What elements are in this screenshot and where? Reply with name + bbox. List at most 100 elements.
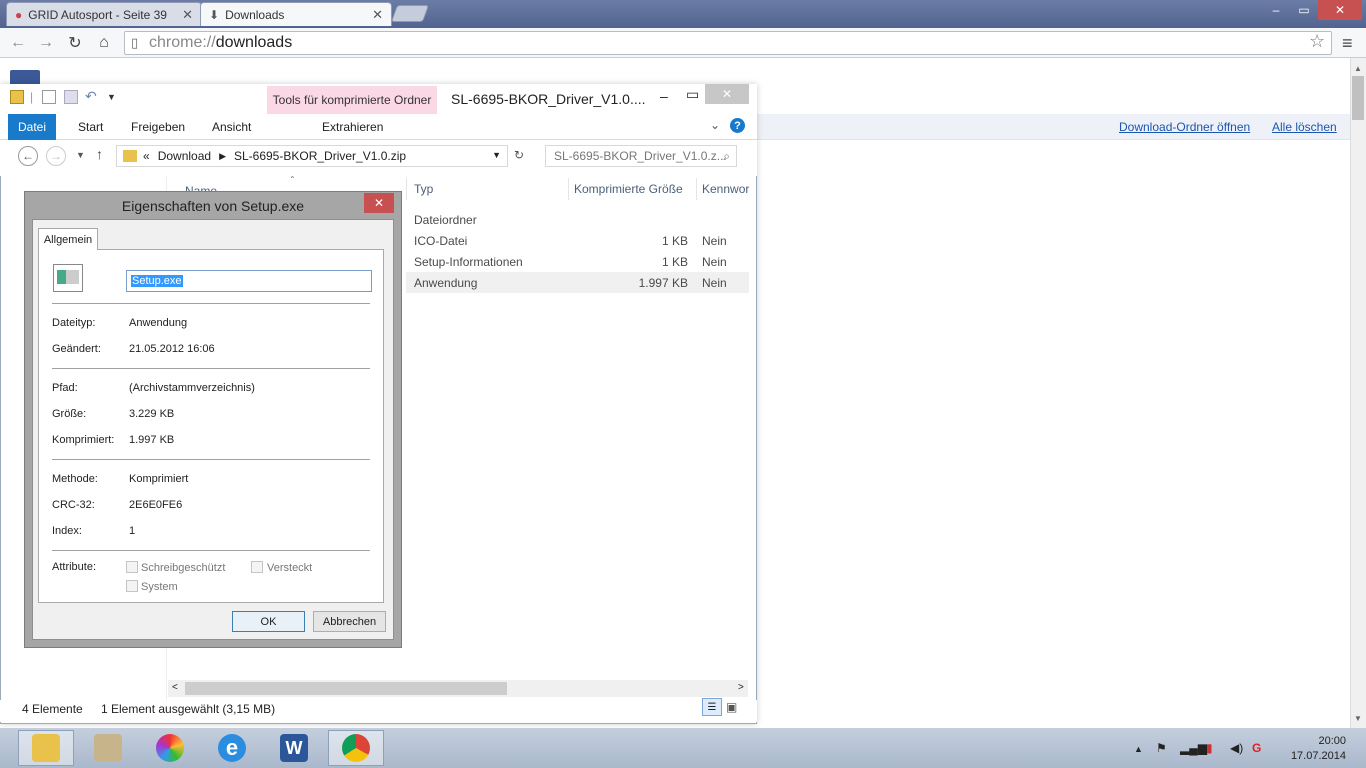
dialog-close-button[interactable]: ✕	[364, 193, 394, 213]
picasa-icon	[156, 734, 184, 762]
explorer-close-button[interactable]: ✕	[705, 84, 749, 104]
recent-locations-icon[interactable]: ▼	[76, 150, 85, 160]
refresh-icon[interactable]: ↻	[514, 148, 524, 162]
explorer-minimize-button[interactable]: –	[660, 88, 668, 104]
show-hidden-icons[interactable]: ▲	[1134, 744, 1143, 754]
taskbar-word[interactable]: W	[266, 730, 322, 766]
file-type-cell[interactable]: Anwendung	[414, 276, 477, 290]
ribbon-tab-start[interactable]: Start	[68, 114, 113, 140]
cancel-button[interactable]: Abbrechen	[313, 611, 386, 632]
tab-allgemein[interactable]: Allgemein	[38, 228, 98, 250]
address-dropdown-icon[interactable]: ▼	[492, 150, 501, 160]
explorer-back-button[interactable]: ←	[18, 146, 38, 166]
file-password-cell[interactable]: Nein	[702, 255, 727, 269]
file-size-cell[interactable]: 1.997 KB	[620, 276, 688, 290]
home-button[interactable]: ⌂	[94, 33, 114, 53]
breadcrumb-chevron-icon[interactable]: ▶	[219, 151, 226, 162]
breadcrumb-overflow[interactable]: «	[143, 149, 150, 163]
forum-favicon-icon: ●	[15, 7, 23, 22]
scroll-up-icon[interactable]: ▲	[1354, 64, 1362, 73]
restore-button[interactable]: ▭	[1290, 0, 1318, 20]
reload-button[interactable]: ↻	[65, 33, 85, 53]
scroll-left-icon[interactable]: <	[172, 682, 178, 693]
up-button[interactable]: ↑	[96, 146, 103, 162]
file-size-cell[interactable]: 1 KB	[640, 255, 688, 269]
column-type[interactable]: Typ	[414, 182, 433, 196]
explorer-address-bar[interactable]: « Download ▶ SL-6695-BKOR_Driver_V1.0.zi…	[116, 145, 508, 167]
column-separator[interactable]	[568, 178, 569, 200]
explorer-forward-button[interactable]: →	[46, 146, 66, 166]
ok-button[interactable]: OK	[232, 611, 305, 632]
properties-icon[interactable]	[42, 90, 56, 104]
ribbon-expand-icon[interactable]: ⌄	[710, 118, 720, 132]
separator-icon: |	[30, 90, 34, 104]
page-scrollbar-thumb[interactable]	[1352, 76, 1364, 120]
power-icon[interactable]: ▮	[1206, 741, 1213, 755]
tab-grid-autosport[interactable]: ● GRID Autosport - Seite 39 ✕	[6, 2, 202, 26]
taskbar-ie[interactable]: e	[204, 730, 260, 766]
tab-title: GRID Autosport - Seite 39	[28, 7, 167, 22]
large-icons-view-icon[interactable]: ▣	[726, 700, 737, 714]
divider	[52, 368, 370, 369]
back-button[interactable]: ←	[8, 33, 28, 53]
breadcrumb-download[interactable]: Download	[158, 149, 211, 163]
clock[interactable]: 20:00 17.07.2014	[1282, 734, 1346, 764]
close-tab-icon[interactable]: ✕	[372, 7, 383, 23]
breadcrumb-zip[interactable]: SL-6695-BKOR_Driver_V1.0.zip	[234, 149, 406, 163]
taskbar-picasa[interactable]	[142, 730, 198, 766]
file-type-cell[interactable]: Setup-Informationen	[414, 255, 523, 269]
taskbar-chrome[interactable]	[328, 730, 384, 766]
details-view-icon[interactable]: ☰	[702, 698, 722, 716]
quick-access-dropdown-icon[interactable]: ▼	[107, 92, 116, 102]
ribbon-tab-freigeben[interactable]: Freigeben	[121, 114, 195, 140]
system-label: System	[141, 581, 178, 593]
action-center-flag-icon[interactable]: ⚑	[1156, 741, 1167, 755]
taskbar-app[interactable]	[80, 730, 136, 766]
address-bar[interactable]: ▯ chrome://downloads	[124, 31, 1332, 55]
file-password-cell[interactable]: Nein	[702, 234, 727, 248]
taskbar-explorer[interactable]	[18, 730, 74, 766]
antivirus-icon[interactable]: G	[1252, 741, 1261, 755]
explorer-maximize-button[interactable]: ▭	[686, 86, 699, 103]
ribbon-tab-extrahieren[interactable]: Extrahieren	[312, 114, 393, 140]
tab-downloads[interactable]: ⬇ Downloads ✕	[200, 2, 392, 26]
tools-compressed-tab[interactable]: Tools für komprimierte Ordner	[267, 86, 437, 114]
column-compressed-size[interactable]: Komprimierte Größe	[574, 182, 683, 196]
clear-all-link[interactable]: Alle löschen	[1272, 120, 1337, 134]
zip-folder-icon	[123, 150, 137, 162]
undo-icon[interactable]: ↶	[85, 88, 97, 105]
status-item-count: 4 Elemente	[22, 702, 83, 716]
scroll-right-icon[interactable]: >	[738, 682, 744, 693]
bookmark-star-icon[interactable]: ☆	[1309, 31, 1325, 52]
close-tab-icon[interactable]: ✕	[182, 7, 193, 23]
forward-button[interactable]: →	[36, 33, 56, 53]
new-folder-icon[interactable]	[64, 90, 78, 104]
explorer-search-input[interactable]: SL-6695-BKOR_Driver_V1.0.z... ⌕	[545, 145, 737, 167]
filename-input[interactable]: Setup.exe	[126, 270, 372, 292]
system-checkbox[interactable]	[126, 580, 138, 592]
file-type-cell[interactable]: Dateiordner	[414, 213, 477, 227]
chrome-menu-icon[interactable]: ≡	[1342, 33, 1353, 54]
file-size-cell[interactable]: 1 KB	[640, 234, 688, 248]
ribbon-tab-ansicht[interactable]: Ansicht	[202, 114, 261, 140]
minimize-button[interactable]: –	[1262, 0, 1290, 20]
readonly-checkbox[interactable]	[126, 561, 138, 573]
ribbon-tab-datei[interactable]: Datei	[8, 114, 57, 140]
column-password[interactable]: Kennwor	[702, 182, 749, 196]
new-tab-button[interactable]	[390, 5, 430, 22]
close-window-button[interactable]: ✕	[1318, 0, 1362, 20]
network-icon[interactable]: ▂▄▆	[1180, 741, 1207, 755]
column-separator[interactable]	[696, 178, 697, 200]
scroll-down-icon[interactable]: ▼	[1354, 714, 1362, 723]
hidden-checkbox[interactable]	[251, 561, 263, 573]
file-password-cell[interactable]: Nein	[702, 276, 727, 290]
volume-icon[interactable]: ◀)	[1230, 741, 1243, 755]
open-download-folder-link[interactable]: Download-Ordner öffnen	[1119, 120, 1250, 134]
search-icon[interactable]: ⌕	[723, 149, 730, 164]
page-scrollbar[interactable]	[1350, 58, 1366, 728]
help-icon[interactable]: ?	[730, 118, 745, 133]
horizontal-scrollbar-thumb[interactable]	[185, 682, 507, 695]
explorer-title: SL-6695-BKOR_Driver_V1.0....	[451, 91, 646, 107]
file-type-cell[interactable]: ICO-Datei	[414, 234, 467, 248]
column-separator[interactable]	[406, 178, 407, 200]
